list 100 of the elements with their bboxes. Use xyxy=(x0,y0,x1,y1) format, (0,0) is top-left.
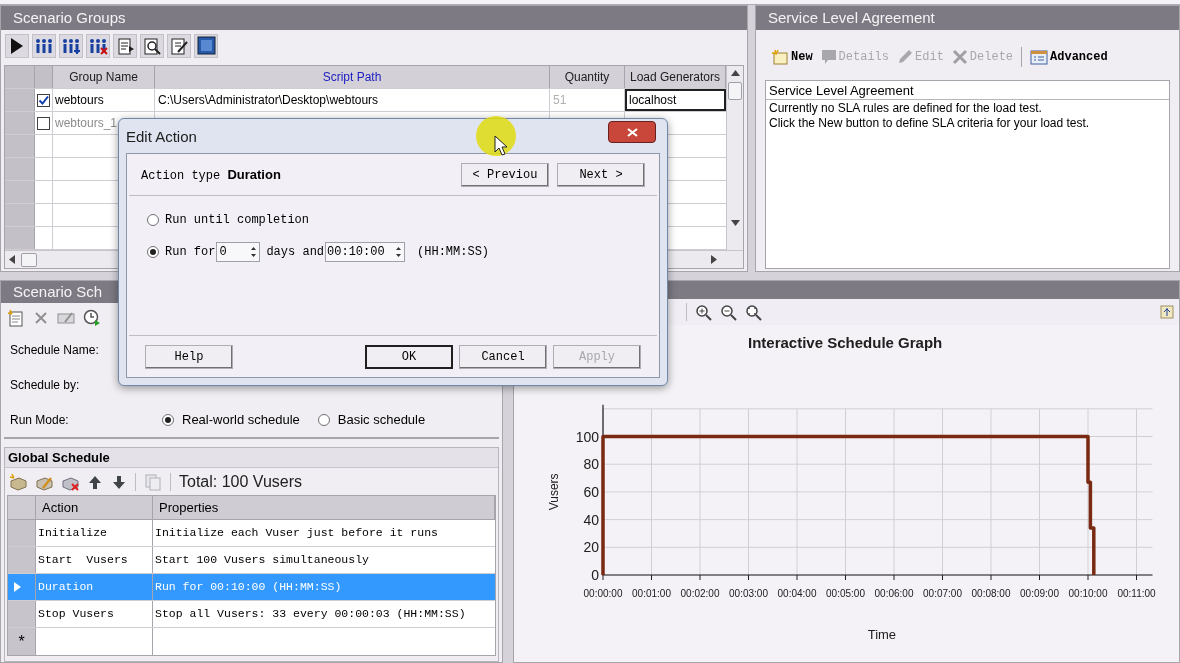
column-header[interactable]: Quantity xyxy=(550,66,625,88)
radio-button[interactable] xyxy=(317,413,330,426)
zoom-fit-icon[interactable] xyxy=(745,303,762,321)
field-label: Schedule by: xyxy=(10,377,80,394)
radio-button[interactable] xyxy=(147,246,159,258)
days-label: days and xyxy=(266,244,325,261)
new-icon xyxy=(771,49,789,65)
checkbox[interactable] xyxy=(37,93,50,107)
rename-icon[interactable] xyxy=(57,310,75,326)
pin-icon[interactable] xyxy=(1160,304,1174,320)
pencil-icon xyxy=(897,49,914,65)
clock-icon[interactable] xyxy=(83,309,101,327)
radio-label: Basic schedule xyxy=(337,411,426,429)
table-cell: Duration xyxy=(36,574,153,600)
axis-title: Vusers xyxy=(547,473,561,511)
x-tick-label: 00:04:00 xyxy=(777,588,817,599)
x-tick-label: 00:00:00 xyxy=(583,588,623,599)
document-icon[interactable] xyxy=(115,35,135,56)
table-cell: 51 xyxy=(550,89,625,111)
scroll-right-icon[interactable] xyxy=(711,255,717,264)
y-tick-label: 100 xyxy=(575,428,599,445)
field-label: Run Mode: xyxy=(10,412,69,429)
format-hint: (HH:MM:SS) xyxy=(417,244,490,261)
x-tick-label: 00:07:00 xyxy=(923,588,962,599)
search-document-icon[interactable] xyxy=(142,35,162,56)
x-tick-label: 00:06:00 xyxy=(874,588,914,599)
column-header[interactable]: Properties xyxy=(153,496,495,519)
column-header[interactable]: Script Path xyxy=(155,66,550,88)
radio-label: Run until completion xyxy=(165,212,310,229)
table-cell-text: Stop all Vusers: 33 every 00:00:03 (HH:MM:SS) xyxy=(154,606,467,623)
radio-label: Real-world schedule xyxy=(182,411,300,429)
cursor-icon xyxy=(474,114,518,158)
field-label: Schedule Name: xyxy=(10,342,99,359)
column-header[interactable]: Action xyxy=(36,496,153,519)
table-cell: C:\Users\Administrator\Desktop\webtours xyxy=(155,89,550,111)
x-tick-label: 00:01:00 xyxy=(632,588,671,599)
table-cell: Start Vusers xyxy=(36,547,153,573)
y-tick-label: 40 xyxy=(583,511,599,528)
delete-icon xyxy=(951,49,968,65)
total-label: Total: 100 Vusers xyxy=(179,471,303,492)
nav-button[interactable]: Next > xyxy=(557,162,645,187)
dialog-button[interactable]: Cancel xyxy=(459,344,547,369)
toolbar-button[interactable]: New xyxy=(771,48,813,66)
comment-icon xyxy=(820,49,837,65)
x-tick-label: 00:09:00 xyxy=(1020,588,1059,599)
y-tick-label: 20 xyxy=(583,539,599,556)
nav-button[interactable]: < Previou xyxy=(461,162,549,187)
time-spinner[interactable]: 00:10:00 xyxy=(325,242,406,262)
tile-icon[interactable] xyxy=(195,35,217,56)
vertical-scrollbar[interactable] xyxy=(726,66,743,250)
scroll-thumb[interactable] xyxy=(728,82,742,100)
form-icon xyxy=(1030,49,1049,65)
x-tick-label: 00:08:00 xyxy=(971,588,1011,599)
radio-button[interactable] xyxy=(162,413,174,426)
table-cell: webtours xyxy=(53,89,155,111)
x-tick-label: 00:10:00 xyxy=(1068,588,1108,599)
scroll-down-icon[interactable] xyxy=(730,220,740,226)
scroll-up-icon[interactable] xyxy=(730,70,740,76)
scroll-left-icon[interactable] xyxy=(9,255,15,264)
dialog-button[interactable]: Help xyxy=(145,344,233,369)
table-row[interactable]: Start Vusers Start 100 Vusers simultaneously xyxy=(8,547,495,574)
zoom-out-icon[interactable] xyxy=(720,303,737,321)
column-header[interactable]: Group Name xyxy=(53,66,155,88)
section-title: Global Schedule xyxy=(5,448,498,468)
table-row[interactable]: Initialize Initialize each Vuser just before it runs xyxy=(8,520,495,547)
table-cell-text: Initialize each Vuser just before it runs xyxy=(154,525,439,542)
toolbar-button[interactable]: Advanced xyxy=(1030,48,1108,66)
down-arrow-icon[interactable] xyxy=(111,473,127,490)
table-cell[interactable]: localhost xyxy=(625,89,726,111)
info-text: Click the New button to define SLA criteria for your load test. xyxy=(769,116,1091,131)
new-row-marker: * xyxy=(8,628,36,655)
zoom-in-icon[interactable] xyxy=(695,303,712,321)
y-tick-label: 0 xyxy=(591,567,599,583)
action-type-label: Action type Duration xyxy=(141,165,281,185)
x-tick-label: 00:02:00 xyxy=(680,588,720,599)
panel-title: Scenario Groups xyxy=(1,6,747,30)
info-text: Currently no SLA rules are defined for the load test. xyxy=(769,101,1043,116)
delete-icon[interactable] xyxy=(33,310,49,326)
radio-label: Run for xyxy=(165,244,216,261)
table-cell-text: Start 100 Vusers simultaneously xyxy=(154,552,370,569)
scroll-thumb[interactable] xyxy=(21,252,37,267)
table-row[interactable]: Stop Vusers Stop all Vusers: 33 every 00:00:03 (HH:MM:SS) xyxy=(8,601,495,628)
x-tick-label: 00:11:00 xyxy=(1117,588,1156,599)
list-header: Service Level Agreement xyxy=(766,81,1169,100)
add-action-icon[interactable] xyxy=(9,472,27,491)
close-icon xyxy=(626,127,638,137)
edit-document-icon[interactable] xyxy=(169,35,189,56)
panel-title: Service Level Agreement xyxy=(756,6,1179,30)
dialog-button[interactable]: OK xyxy=(365,344,453,369)
y-tick-label: 80 xyxy=(583,456,599,473)
table-cell: Initialize xyxy=(36,520,153,546)
new-schedule-icon[interactable] xyxy=(7,309,25,327)
current-row-icon xyxy=(14,582,21,592)
close-button[interactable] xyxy=(608,121,656,143)
x-tick-label: 00:05:00 xyxy=(826,588,865,599)
checkbox[interactable] xyxy=(37,116,50,130)
x-tick-label: 00:03:00 xyxy=(729,588,768,599)
radio-button[interactable] xyxy=(147,214,159,226)
days-spinner[interactable]: 0 xyxy=(216,242,261,262)
table-cell: Stop Vusers xyxy=(36,601,153,627)
